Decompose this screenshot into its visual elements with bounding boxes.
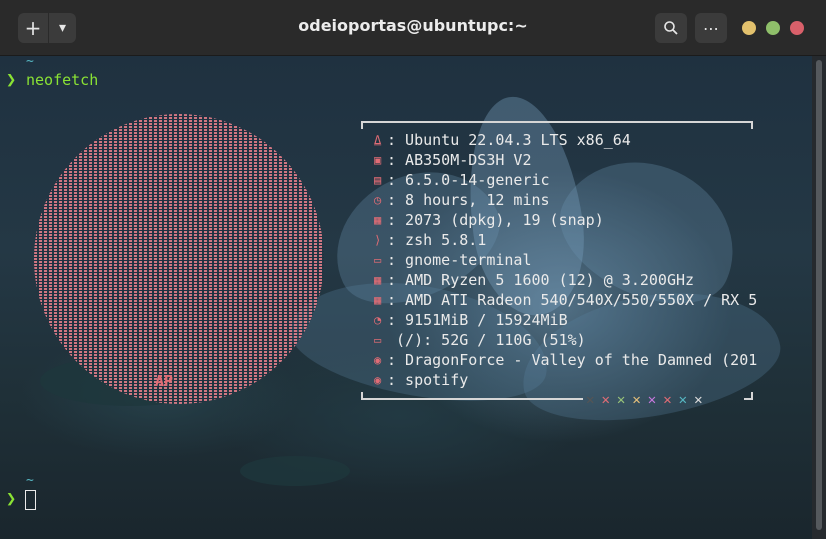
maximize-button[interactable] xyxy=(766,21,780,35)
info-icon: ▭ xyxy=(374,333,382,347)
ascii-logo xyxy=(34,114,324,404)
info-icon: ◔ xyxy=(374,313,382,327)
info-line: : DragonForce - Valley of the Damned (20… xyxy=(387,351,758,369)
terminal-view[interactable]: ~ ❯ neofetch AP ⍙ : Ubuntu 22.04.3 LTS x8… xyxy=(0,56,812,539)
close-button[interactable] xyxy=(790,21,804,35)
info-icon: ⟩ xyxy=(374,233,382,247)
palette-swatch: ✕ xyxy=(663,392,672,408)
info-icon: ◉ xyxy=(374,353,382,367)
search-button[interactable] xyxy=(655,13,687,43)
info-icon: ▭ xyxy=(374,253,382,267)
info-line: : spotify xyxy=(387,371,469,389)
info-line: : AB350M-DS3H V2 xyxy=(387,151,532,169)
info-line: : AMD ATI Radeon 540/540X/550/550X / RX … xyxy=(387,291,758,309)
info-icon: ▦ xyxy=(374,213,382,227)
info-line: : 9151MiB / 15924MiB xyxy=(387,311,568,329)
info-icon: ▦ xyxy=(374,293,382,307)
command-text: neofetch xyxy=(26,71,99,89)
info-line: : AMD Ryzen 5 1600 (12) @ 3.200GHz xyxy=(387,271,695,289)
info-icon: ▦ xyxy=(374,273,382,287)
logo-label: AP xyxy=(155,372,174,390)
menu-button[interactable]: ⋯ xyxy=(695,13,727,43)
color-palette: ✕ ✕ ✕ ✕ ✕ ✕ ✕ ✕ xyxy=(586,390,703,410)
palette-swatch: ✕ xyxy=(694,392,703,408)
info-line: : gnome-terminal xyxy=(387,251,532,269)
info-box-bottom-right xyxy=(744,392,753,400)
info-icon: ◉ xyxy=(374,373,382,387)
palette-swatch: ✕ xyxy=(647,392,657,408)
ellipsis-icon: ⋯ xyxy=(703,18,719,38)
minimize-button[interactable] xyxy=(742,21,756,35)
info-line: : zsh 5.8.1 xyxy=(387,231,487,249)
palette-swatch: ✕ xyxy=(616,392,626,408)
palette-swatch: ✕ xyxy=(586,392,595,408)
background-lilypad xyxy=(240,456,350,486)
info-box-bottom-left xyxy=(361,392,583,400)
info-icon: ⍙ xyxy=(374,133,382,147)
search-icon xyxy=(664,21,678,35)
palette-swatch: ✕ xyxy=(678,392,688,408)
info-line: : 6.5.0-14-generic xyxy=(387,171,550,189)
prompt-arrow: ❯ xyxy=(6,489,17,509)
palette-swatch: ✕ xyxy=(632,392,641,408)
info-box-top xyxy=(361,121,753,129)
info-line: : 8 hours, 12 mins xyxy=(387,191,550,209)
info-icon: ▣ xyxy=(374,153,382,167)
scrollbar[interactable] xyxy=(812,56,826,539)
prompt-arrow: ❯ xyxy=(6,70,17,90)
info-icon: ▤ xyxy=(374,173,382,187)
prompt-directory: ~ xyxy=(26,473,34,488)
info-line: : 2073 (dpkg), 19 (snap) xyxy=(387,211,604,229)
title-bar: + ▾ odeioportas@ubuntupc:~ ⋯ xyxy=(0,0,826,56)
scrollbar-thumb[interactable] xyxy=(816,60,822,530)
info-line: (/): 52G / 110G (51%) xyxy=(387,331,586,349)
info-icon: ◷ xyxy=(374,193,382,207)
text-cursor xyxy=(25,490,36,510)
info-line: : Ubuntu 22.04.3 LTS x86_64 xyxy=(387,131,631,149)
palette-swatch: ✕ xyxy=(601,392,610,408)
